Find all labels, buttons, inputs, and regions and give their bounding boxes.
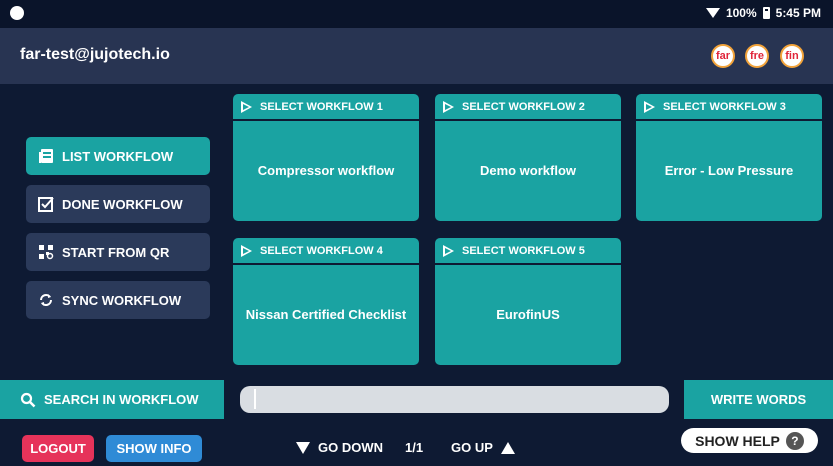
workflow-card-header: SELECT WORKFLOW 3 — [636, 94, 822, 121]
fre-logo-icon[interactable]: fre — [745, 44, 769, 68]
workflow-title: Error - Low Pressure — [664, 163, 794, 178]
text-caret — [254, 389, 256, 409]
write-words-button[interactable]: WRITE WORDS — [684, 380, 833, 419]
show-help-label: SHOW HELP — [695, 432, 780, 449]
battery-level: 100% — [725, 6, 757, 20]
page-count: 1/1 — [405, 440, 424, 455]
play-icon — [443, 100, 454, 113]
workflow-select-label: SELECT WORKFLOW 4 — [260, 244, 383, 257]
show-help-button[interactable]: SHOW HELP ? — [681, 428, 818, 453]
play-icon — [644, 100, 655, 113]
arrow-up-icon — [500, 441, 515, 454]
workflow-select-label: SELECT WORKFLOW 3 — [663, 100, 786, 113]
list-icon — [38, 148, 54, 164]
start-from-qr-button[interactable]: START FROM QR — [26, 233, 210, 271]
search-label: SEARCH IN WORKFLOW — [44, 392, 199, 407]
workflow-title: Compressor workflow — [257, 163, 395, 178]
play-icon — [443, 244, 454, 257]
workflow-card-3[interactable]: SELECT WORKFLOW 3 Error - Low Pressure — [636, 94, 822, 221]
status-bar: 100% 5:45 PM — [0, 0, 833, 28]
page-indicator: 1/1 — [405, 440, 423, 455]
qr-icon — [38, 244, 54, 260]
workflow-select-label: SELECT WORKFLOW 2 — [462, 100, 585, 113]
app-header: far-test@jujotech.io far fre fin — [0, 28, 833, 84]
play-icon — [241, 244, 252, 257]
wifi-icon — [705, 8, 720, 18]
sync-icon — [38, 292, 54, 308]
workflow-card-4[interactable]: SELECT WORKFLOW 4 Nissan Certified Check… — [233, 238, 419, 365]
logout-button[interactable]: LOGOUT — [22, 435, 94, 462]
far-logo-icon[interactable]: far — [711, 44, 735, 68]
checkbox-icon — [38, 196, 54, 212]
workflow-card-5[interactable]: SELECT WORKFLOW 5 EurofinUS — [435, 238, 621, 365]
sidebar-item-label: DONE WORKFLOW — [62, 196, 183, 212]
workflow-select-label: SELECT WORKFLOW 1 — [260, 100, 383, 113]
workflow-title: Nissan Certified Checklist — [245, 307, 407, 322]
sidebar-item-label: START FROM QR — [62, 244, 170, 260]
notification-dot-icon — [10, 6, 24, 20]
go-down-label: GO DOWN — [318, 440, 383, 455]
search-input[interactable] — [240, 386, 669, 413]
workflow-select-label: SELECT WORKFLOW 5 — [462, 244, 585, 257]
done-workflow-button[interactable]: DONE WORKFLOW — [26, 185, 210, 223]
play-icon — [241, 100, 252, 113]
sidebar-item-label: LIST WORKFLOW — [62, 148, 174, 164]
search-in-workflow-button[interactable]: SEARCH IN WORKFLOW — [0, 380, 224, 419]
help-icon: ? — [785, 431, 804, 450]
workflow-card-header: SELECT WORKFLOW 1 — [233, 94, 419, 121]
workflow-card-header: SELECT WORKFLOW 5 — [435, 238, 621, 265]
workflow-title: Demo workflow — [479, 163, 577, 178]
fin-logo-icon[interactable]: fin — [780, 44, 804, 68]
workflow-card-header: SELECT WORKFLOW 2 — [435, 94, 621, 121]
battery-icon — [762, 7, 770, 19]
sync-workflow-button[interactable]: SYNC WORKFLOW — [26, 281, 210, 319]
go-up-label: GO UP — [451, 440, 493, 455]
workflow-card-1[interactable]: SELECT WORKFLOW 1 Compressor workflow — [233, 94, 419, 221]
go-up-button[interactable]: GO UP — [451, 440, 515, 455]
go-down-button[interactable]: GO DOWN — [296, 440, 383, 455]
workflow-title: EurofinUS — [496, 307, 560, 322]
workflow-card-2[interactable]: SELECT WORKFLOW 2 Demo workflow — [435, 94, 621, 221]
sidebar-item-label: SYNC WORKFLOW — [62, 292, 182, 308]
show-info-button[interactable]: SHOW INFO — [106, 435, 202, 462]
user-email: far-test@jujotech.io — [20, 46, 170, 63]
clock: 5:45 PM — [775, 6, 821, 20]
status-indicators: 100% 5:45 PM — [705, 6, 821, 20]
arrow-down-icon — [296, 441, 310, 454]
search-icon — [20, 392, 36, 408]
workflow-card-header: SELECT WORKFLOW 4 — [233, 238, 419, 265]
list-workflow-button[interactable]: LIST WORKFLOW — [26, 137, 210, 175]
